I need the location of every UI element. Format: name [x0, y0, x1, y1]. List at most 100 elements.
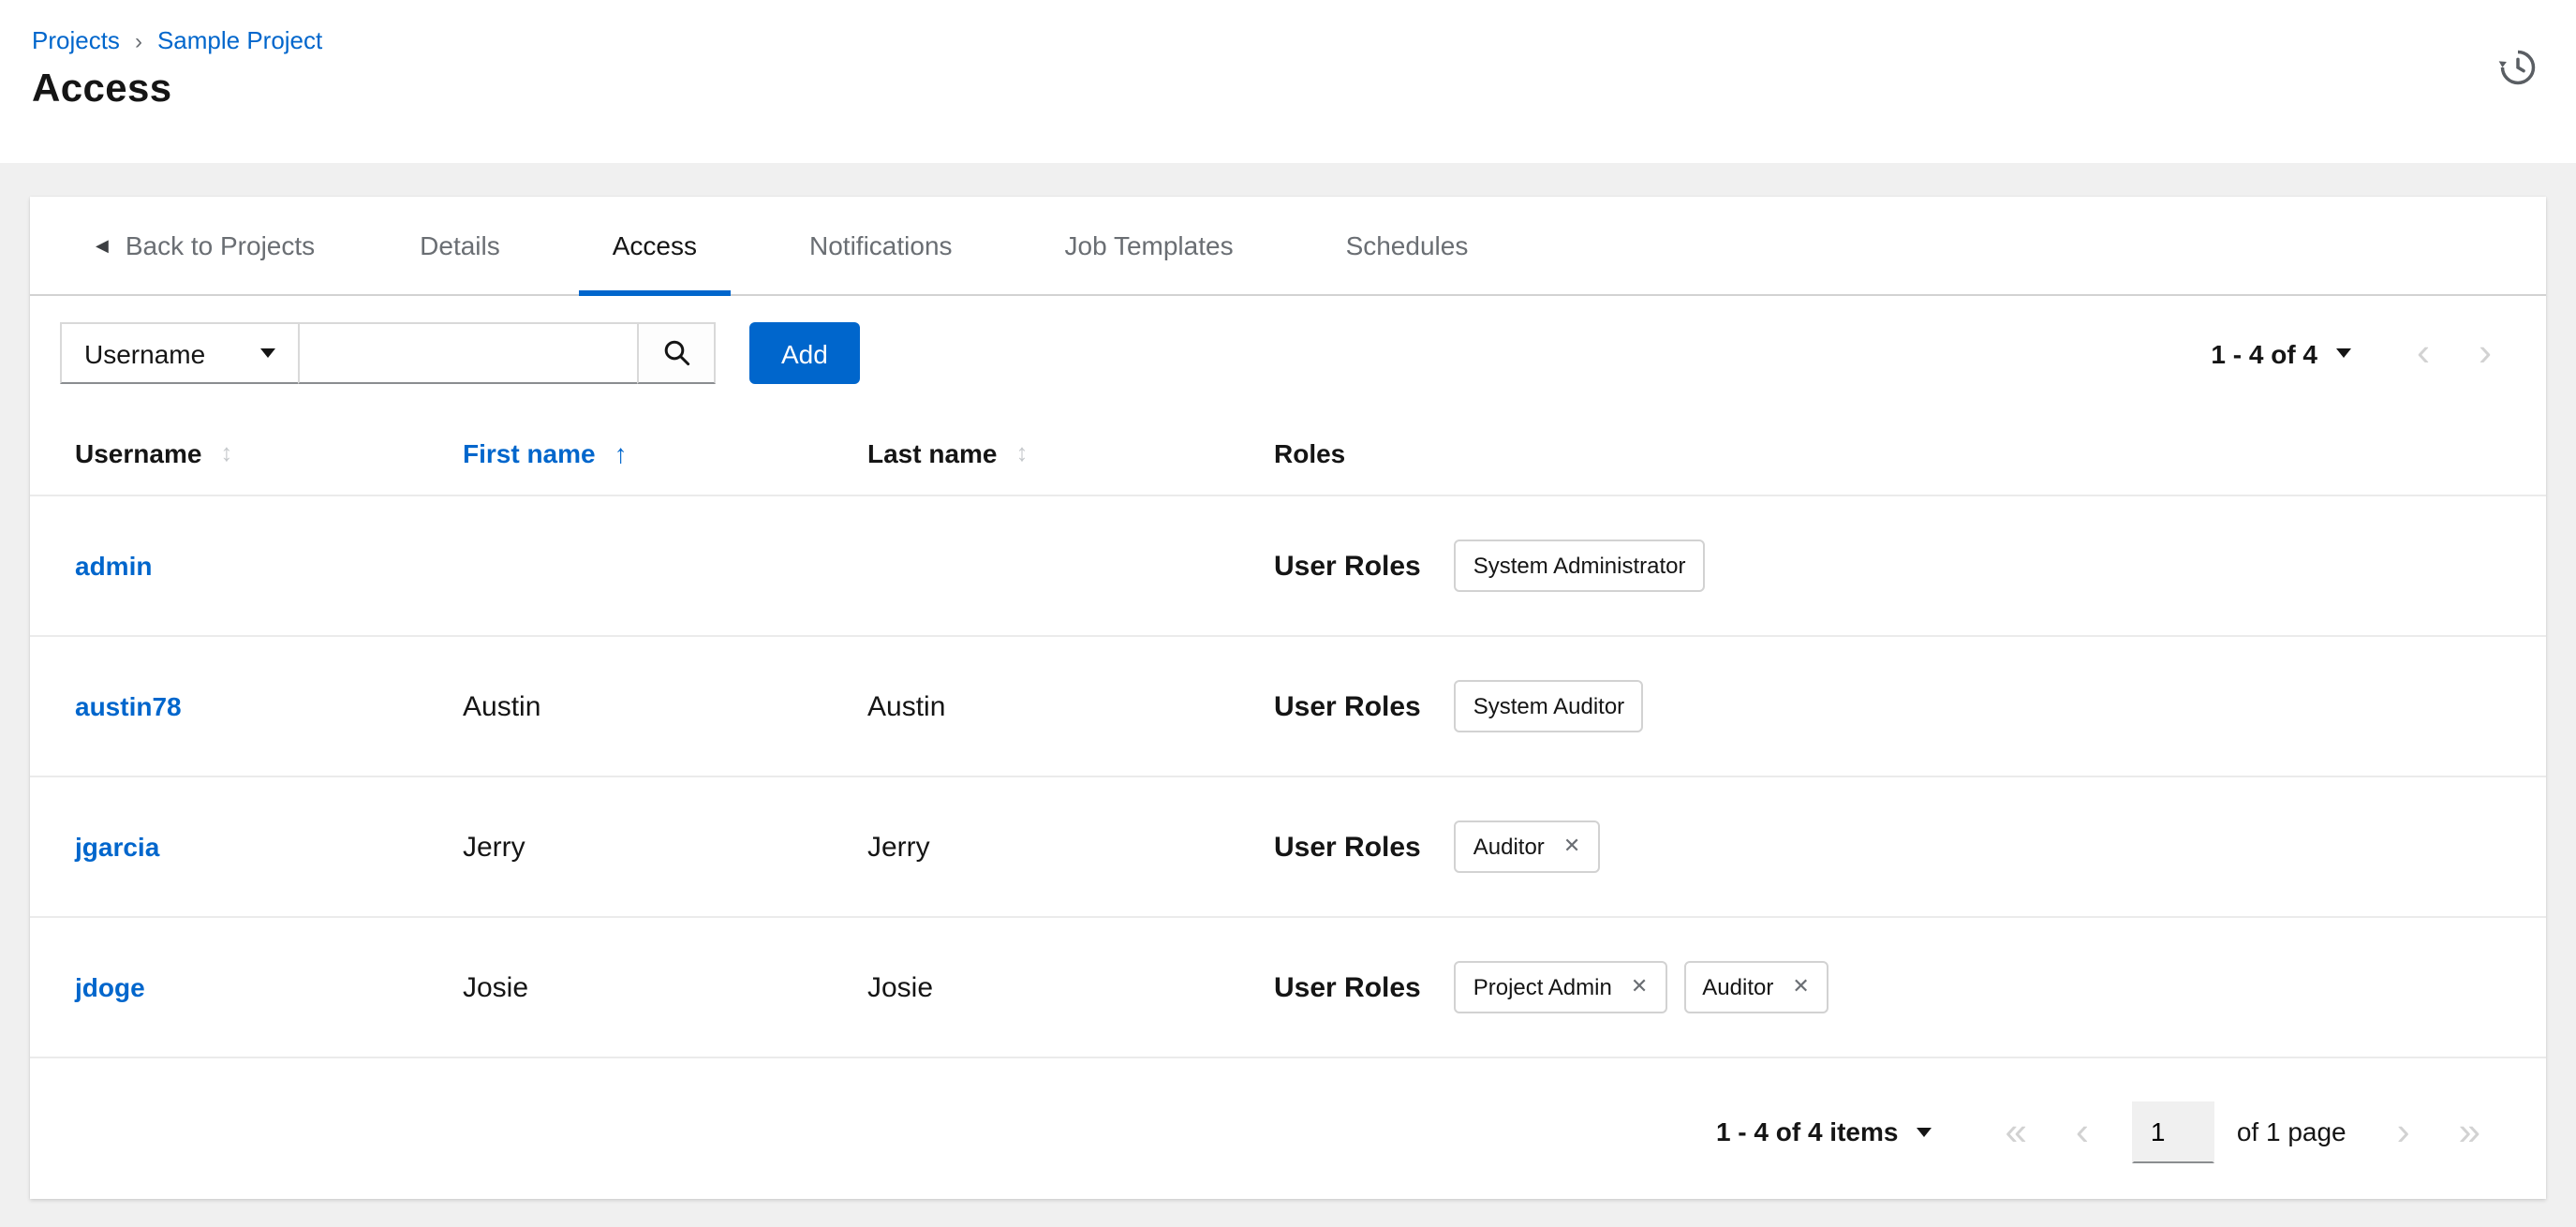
role-chip-label: System Administrator	[1473, 553, 1686, 579]
breadcrumb-separator-icon: ›	[134, 27, 142, 53]
username-cell: austin78	[75, 690, 463, 722]
roles-cell: User Roles Project Admin ✕ Auditor ✕	[1274, 961, 2516, 1013]
last-page-icon[interactable]: »	[2435, 1112, 2505, 1151]
table-row: austin78 Austin Austin User Roles System…	[30, 637, 2546, 777]
roles-cell: User Roles System Auditor	[1274, 680, 2516, 732]
role-chip-group: Auditor ✕	[1454, 820, 1600, 873]
tab-bar: ◀ Back to Projects Details Access Notifi…	[30, 197, 2546, 296]
breadcrumb-link-sample-project[interactable]: Sample Project	[157, 26, 322, 54]
search-input[interactable]	[298, 322, 639, 384]
roles-cell: User Roles Auditor ✕	[1274, 820, 2516, 873]
tab-label: Schedules	[1345, 230, 1469, 260]
role-chip: System Administrator	[1454, 540, 1705, 592]
last-name-cell: Josie	[867, 971, 934, 1003]
breadcrumb-link-projects[interactable]: Projects	[32, 26, 120, 54]
sort-icon: ↕	[1015, 438, 1029, 466]
role-chip-group: System Administrator	[1454, 540, 1705, 592]
filter-key-value: Username	[84, 338, 206, 368]
table-body: admin User Roles System Administrator au…	[30, 496, 2546, 1058]
role-chip: Project Admin ✕	[1454, 961, 1667, 1013]
roles-label: User Roles	[1274, 971, 1421, 1003]
caret-down-icon	[260, 348, 275, 358]
next-page-icon[interactable]: ›	[2373, 1112, 2435, 1151]
role-chip-group: Project Admin ✕ Auditor ✕	[1454, 961, 1828, 1013]
filter-key-select[interactable]: Username	[60, 322, 300, 384]
search-icon	[663, 340, 689, 366]
toolbar: Username Add 1 - 4 of 4 ‹ ›	[30, 296, 2546, 410]
role-chip-label: System Auditor	[1473, 693, 1625, 719]
sort-ascending-icon: ↑	[614, 437, 628, 467]
tab-access[interactable]: Access	[578, 197, 732, 296]
tab-schedules[interactable]: Schedules	[1312, 197, 1503, 294]
tab-label: Job Templates	[1064, 230, 1234, 260]
pager: « ‹ of 1 page › »	[1980, 1101, 2505, 1162]
username-link[interactable]: jdoge	[75, 971, 145, 1001]
prev-page-icon[interactable]: ‹	[2392, 333, 2454, 373]
pagination-summary-dropdown[interactable]: 1 - 4 of 4	[2211, 338, 2351, 368]
username-link[interactable]: jgarcia	[75, 831, 159, 861]
roles-cell: User Roles System Administrator	[1274, 540, 2516, 592]
page-header: Projects › Sample Project Access	[0, 0, 2576, 163]
role-chip-label: Project Admin	[1473, 974, 1612, 1000]
toolbar-pagination: 1 - 4 of 4 ‹ ›	[2211, 333, 2516, 373]
column-label: Last name	[867, 437, 998, 467]
pagination-footer: 1 - 4 of 4 items « ‹ of 1 page › »	[30, 1064, 2546, 1199]
page-title: Access	[32, 67, 172, 111]
tab-details[interactable]: Details	[386, 197, 534, 294]
prev-page-icon[interactable]: ‹	[2051, 1112, 2113, 1151]
last-name-cell: Austin	[867, 690, 946, 722]
column-header-username[interactable]: Username ↕	[75, 437, 463, 467]
first-page-icon[interactable]: «	[1980, 1112, 2050, 1151]
username-cell: admin	[75, 550, 463, 582]
page-count-label: of 1 page	[2236, 1116, 2347, 1146]
next-page-icon[interactable]: ›	[2454, 333, 2516, 373]
last-name-cell: Jerry	[867, 831, 930, 863]
tab-back-to-projects[interactable]: ◀ Back to Projects	[69, 197, 341, 294]
role-chip-group: System Auditor	[1454, 680, 1644, 732]
table-row: jdoge Josie Josie User Roles Project Adm…	[30, 918, 2546, 1058]
column-label: First name	[463, 437, 596, 467]
role-chip: System Auditor	[1454, 680, 1644, 732]
roles-label: User Roles	[1274, 690, 1421, 722]
tab-label: Details	[420, 230, 500, 260]
table-header: Username ↕ First name ↑ Last name ↕ Role…	[30, 410, 2546, 496]
remove-role-icon[interactable]: ✕	[1563, 835, 1580, 857]
role-chip-label: Auditor	[1702, 974, 1774, 1000]
tab-notifications[interactable]: Notifications	[776, 197, 986, 294]
caret-left-icon: ◀	[96, 235, 109, 254]
first-name-cell: Jerry	[463, 831, 526, 863]
activity-stream-button[interactable]	[2497, 47, 2539, 88]
breadcrumb: Projects › Sample Project	[32, 26, 2539, 54]
username-cell: jdoge	[75, 971, 463, 1003]
roles-label: User Roles	[1274, 550, 1421, 582]
table-row: admin User Roles System Administrator	[30, 496, 2546, 637]
first-name-cell: Austin	[463, 690, 541, 722]
tab-label: Access	[612, 230, 697, 260]
search-button[interactable]	[637, 322, 716, 384]
remove-role-icon[interactable]: ✕	[1631, 976, 1648, 998]
column-header-first-name[interactable]: First name ↑	[463, 437, 867, 467]
role-chip: Auditor ✕	[1683, 961, 1828, 1013]
table-row: jgarcia Jerry Jerry User Roles Auditor ✕	[30, 777, 2546, 918]
username-link[interactable]: austin78	[75, 690, 182, 720]
sort-icon: ↕	[220, 438, 233, 466]
column-header-last-name[interactable]: Last name ↕	[867, 437, 1274, 467]
roles-label: User Roles	[1274, 831, 1421, 863]
current-page-input[interactable]	[2131, 1101, 2214, 1162]
content-area: ◀ Back to Projects Details Access Notifi…	[0, 163, 2576, 1199]
access-card: ◀ Back to Projects Details Access Notifi…	[30, 197, 2546, 1199]
column-label: Username	[75, 437, 202, 467]
add-button[interactable]: Add	[749, 322, 860, 384]
pagination-summary: 1 - 4 of 4	[2211, 338, 2317, 368]
remove-role-icon[interactable]: ✕	[1792, 976, 1809, 998]
username-link[interactable]: admin	[75, 550, 152, 580]
column-header-roles: Roles	[1274, 437, 2516, 467]
username-cell: jgarcia	[75, 831, 463, 863]
items-per-page-dropdown[interactable]: 1 - 4 of 4 items	[1716, 1116, 1932, 1146]
items-summary: 1 - 4 of 4 items	[1715, 1116, 1899, 1146]
history-icon	[2498, 50, 2536, 85]
tab-job-templates[interactable]: Job Templates	[1031, 197, 1267, 294]
tab-label: Back to Projects	[125, 230, 316, 260]
tab-label: Notifications	[809, 230, 953, 260]
role-chip-label: Auditor	[1473, 834, 1545, 860]
